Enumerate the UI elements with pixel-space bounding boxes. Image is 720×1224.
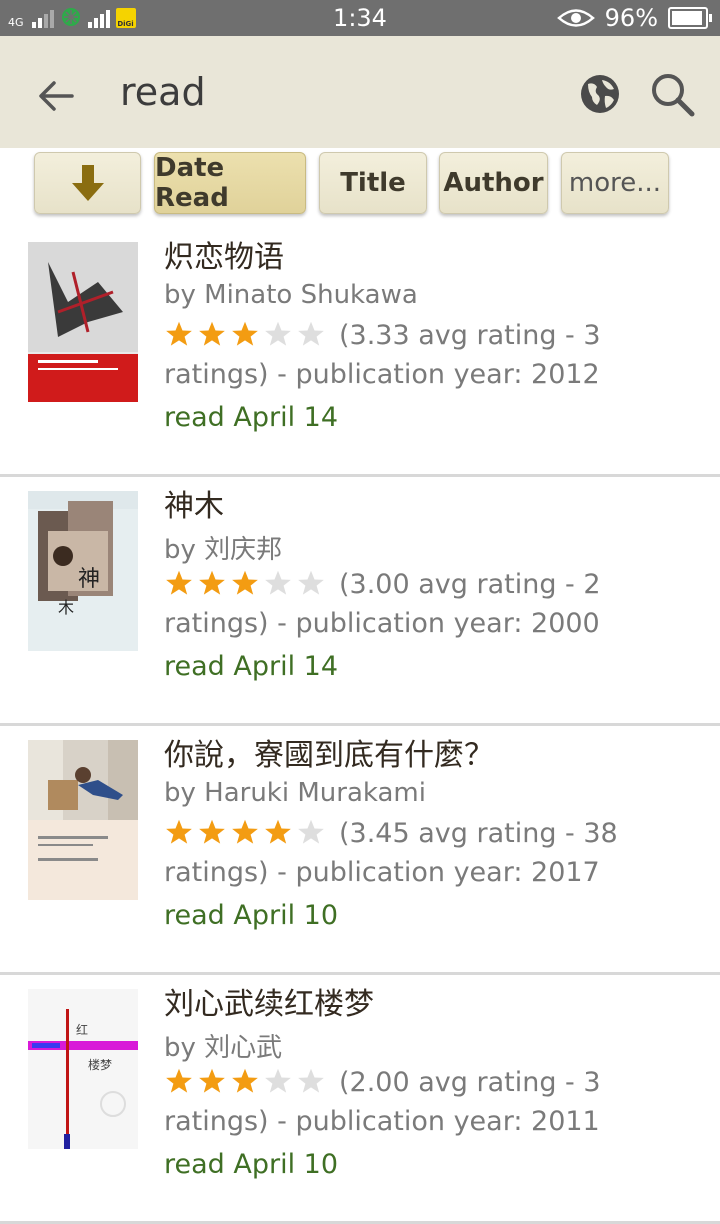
book-cover[interactable] — [28, 242, 138, 402]
star-filled-icon — [199, 570, 225, 595]
book-title[interactable]: 炽恋物语 — [164, 232, 284, 276]
search-query[interactable]: read — [120, 70, 206, 114]
battery-icon — [668, 7, 712, 29]
sort-more-button[interactable]: more... — [561, 152, 669, 214]
svg-text:木: 木 — [58, 598, 74, 617]
star-filled-icon — [166, 819, 192, 844]
book-list-item[interactable]: 炽恋物语 by Minato Shukawa (3.33 avg rating … — [0, 228, 720, 477]
read-date: read April 14 — [164, 402, 339, 433]
star-filled-icon — [166, 570, 192, 595]
status-right: 96% — [556, 4, 712, 32]
svg-text:神: 神 — [78, 567, 100, 592]
book-cover[interactable]: 神 木 — [28, 491, 138, 651]
star-filled-icon — [166, 1068, 192, 1093]
read-date: read April 10 — [164, 900, 339, 931]
star-empty-icon — [265, 570, 291, 595]
star-filled-icon — [232, 819, 258, 844]
app-bar: read — [0, 36, 720, 148]
star-empty-icon — [265, 321, 291, 346]
read-date: read April 14 — [164, 651, 339, 682]
sort-direction-button[interactable] — [34, 152, 141, 214]
star-filled-icon — [199, 1068, 225, 1093]
arrow-down-icon — [71, 165, 104, 201]
book-list-item[interactable]: 神 木 神木 by 刘庆邦 (3.00 avg rating - 2 ratin… — [0, 477, 720, 726]
book-title[interactable]: 你說，寮國到底有什麼？ — [164, 730, 494, 774]
svg-text:楼梦: 楼梦 — [88, 1057, 112, 1072]
status-bar: 4G DiGi 1:34 96% — [0, 0, 720, 36]
star-rating — [164, 1067, 329, 1104]
book-author: by Haruki Murakami — [164, 778, 426, 808]
star-filled-icon — [232, 1068, 258, 1093]
battery-percent: 96% — [604, 4, 658, 32]
book-author: by 刘庆邦 — [164, 535, 283, 565]
book-author: by 刘心武 — [164, 1033, 283, 1063]
star-filled-icon — [166, 321, 192, 346]
read-date: read April 10 — [164, 1149, 339, 1180]
star-filled-icon — [199, 321, 225, 346]
star-empty-icon — [298, 321, 324, 346]
sort-title-button[interactable]: Title — [319, 152, 427, 214]
sort-bar: Date Read Title Author more... — [0, 148, 720, 228]
star-filled-icon — [232, 570, 258, 595]
star-empty-icon — [298, 570, 324, 595]
star-filled-icon — [232, 321, 258, 346]
book-rating-details: (3.45 avg rating - 38 ratings) - publica… — [164, 816, 704, 890]
star-filled-icon — [199, 819, 225, 844]
star-rating — [164, 569, 329, 606]
book-rating-details: (2.00 avg rating - 3 ratings) - publicat… — [164, 1065, 704, 1139]
globe-icon[interactable] — [578, 72, 622, 116]
book-author: by Minato Shukawa — [164, 280, 418, 310]
eye-icon — [556, 9, 595, 27]
star-empty-icon — [298, 1068, 324, 1093]
book-list-item[interactable]: 红 楼梦 刘心武续红楼梦 by 刘心武 (2.00 avg rating - 3… — [0, 975, 720, 1224]
book-rating-details: (3.33 avg rating - 3 ratings) - publicat… — [164, 318, 704, 392]
book-title[interactable]: 刘心武续红楼梦 — [164, 979, 374, 1023]
book-cover[interactable] — [28, 740, 138, 900]
star-filled-icon — [265, 819, 291, 844]
svg-text:红: 红 — [76, 1022, 88, 1037]
star-rating — [164, 320, 329, 357]
sort-date-read-button[interactable]: Date Read — [154, 152, 306, 214]
book-rating-details: (3.00 avg rating - 2 ratings) - publicat… — [164, 567, 704, 641]
star-empty-icon — [265, 1068, 291, 1093]
sort-author-button[interactable]: Author — [439, 152, 548, 214]
book-cover[interactable]: 红 楼梦 — [28, 989, 138, 1149]
search-icon[interactable] — [648, 70, 696, 118]
book-list-item[interactable]: 你說，寮國到底有什麼？ by Haruki Murakami (3.45 avg… — [0, 726, 720, 975]
arrow-left-icon[interactable] — [32, 72, 80, 120]
star-rating — [164, 818, 329, 855]
book-title[interactable]: 神木 — [164, 481, 224, 525]
star-empty-icon — [298, 819, 324, 844]
